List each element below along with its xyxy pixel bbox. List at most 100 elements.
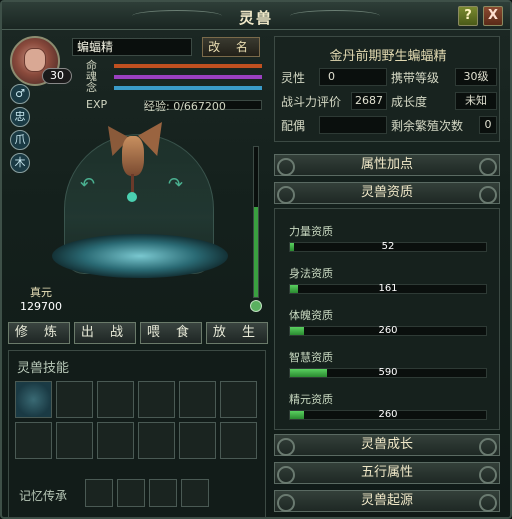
breeding-left-label: 剩余繁殖次数 <box>391 118 464 133</box>
skill-slot[interactable] <box>15 422 52 459</box>
gender-icon[interactable]: ♂ <box>10 84 30 104</box>
beast-full-title: 金丹前期野生蝙蝠精 <box>329 49 447 64</box>
skill-slot[interactable] <box>179 422 216 459</box>
memory-slot[interactable] <box>85 479 113 507</box>
title-ornament-right <box>290 10 380 22</box>
rotate-right-icon[interactable]: ↷ <box>168 174 183 195</box>
spirit-label: 灵性 <box>281 70 306 85</box>
growth-value: 未知 <box>455 92 497 110</box>
beast-portrait-icon <box>24 48 46 72</box>
skill-slot[interactable] <box>179 381 216 418</box>
memory-slot[interactable] <box>117 479 145 507</box>
quality-bar: 260 <box>289 409 487 420</box>
spirit-pool <box>52 234 228 278</box>
carry-level-label: 携带等级 <box>391 70 440 85</box>
memory-slot[interactable] <box>149 479 177 507</box>
level-badge: 30 <box>42 68 72 84</box>
gauge-knob-icon[interactable] <box>250 300 262 312</box>
combat-rating-value: 2687 <box>351 92 387 110</box>
beast-info-panel: 金丹前期野生蝙蝠精 灵性 0 携带等级 30级 战斗力评价 2687 成长度 未… <box>274 36 500 142</box>
quality-name: 体魄资质 <box>289 309 333 322</box>
exp-value: 经验: 0/667200 <box>144 100 226 113</box>
memory-slots <box>85 479 209 507</box>
skill-slot[interactable] <box>220 422 257 459</box>
quality-bar: 590 <box>289 367 487 378</box>
skill-slot[interactable] <box>138 422 175 459</box>
spirit-beast-window: 灵兽 ? X 30 ♂ 忠 爪 木 蝙蝠精 改 名 命 魂 念 EXP 经验: … <box>0 0 512 519</box>
zhenyuan-block: 真元 129700 <box>20 284 62 313</box>
wood-element-icon[interactable]: 木 <box>10 153 30 173</box>
life-bar-row: 命 <box>86 60 262 71</box>
spirit-value: 0 <box>319 68 387 86</box>
skill-slot[interactable] <box>56 381 93 418</box>
spouse-label: 配偶 <box>281 118 306 133</box>
rename-button[interactable]: 改 名 <box>202 37 260 57</box>
quality-strength: 力量资质 52 <box>289 223 489 252</box>
quality-name: 精元资质 <box>289 393 333 406</box>
skill-slot[interactable] <box>97 422 134 459</box>
quality-essence: 精元资质 260 <box>289 391 489 420</box>
quality-name: 力量资质 <box>289 225 333 238</box>
vertical-gauge-fill <box>254 207 258 297</box>
quality-value: 590 <box>378 367 398 378</box>
skill-slot[interactable] <box>97 381 134 418</box>
skills-grid <box>15 381 257 459</box>
quality-bar: 161 <box>289 283 487 294</box>
beast-display[interactable] <box>52 114 232 289</box>
loyalty-icon[interactable]: 忠 <box>10 107 30 127</box>
stats-row: 战斗力评价 2687 成长度 未知 <box>277 89 497 113</box>
quality-wisdom: 智慧资质 590 <box>289 349 489 378</box>
carry-level-value: 30级 <box>455 68 497 86</box>
train-button[interactable]: 修 炼 <box>8 322 70 344</box>
feed-button[interactable]: 喂 食 <box>140 322 202 344</box>
quality-bar: 260 <box>289 325 487 336</box>
side-icon-column: ♂ 忠 爪 木 <box>10 84 30 176</box>
close-button[interactable]: X <box>483 6 503 26</box>
origin-header[interactable]: 灵兽起源 <box>274 490 500 512</box>
spouse-value <box>319 116 387 134</box>
beast-name-field[interactable]: 蝙蝠精 <box>72 38 192 56</box>
exp-label: EXP <box>86 98 108 111</box>
quality-bar: 52 <box>289 241 487 252</box>
skills-panel: 灵兽技能 记忆传承 <box>8 350 266 518</box>
elements-header[interactable]: 五行属性 <box>274 462 500 484</box>
skill-slot[interactable] <box>138 381 175 418</box>
release-button[interactable]: 放 生 <box>206 322 268 344</box>
quality-value: 52 <box>381 241 395 252</box>
skill-slot[interactable] <box>56 422 93 459</box>
mind-bar <box>114 85 262 90</box>
exp-row: EXP 经验: 0/667200 <box>86 98 226 114</box>
title-bar[interactable]: 灵兽 ? X <box>2 2 510 30</box>
stats-row: 配偶 剩余繁殖次数 0 <box>277 113 497 137</box>
zhenyuan-value: 129700 <box>20 300 62 313</box>
paw-icon[interactable]: 爪 <box>10 130 30 150</box>
status-bars: 命 魂 念 <box>86 60 262 93</box>
zhenyuan-label: 真元 <box>30 286 52 299</box>
skill-slot[interactable] <box>15 381 52 418</box>
skill-slot[interactable] <box>220 381 257 418</box>
bat-gem <box>127 192 137 202</box>
quality-value: 260 <box>378 325 398 336</box>
quality-agility: 身法资质 161 <box>289 265 489 294</box>
action-buttons: 修 炼 出 战 喂 食 放 生 <box>8 322 268 344</box>
help-button[interactable]: ? <box>458 6 478 26</box>
attr-points-header[interactable]: 属性加点 <box>274 154 500 176</box>
rotate-left-icon[interactable]: ↶ <box>80 174 95 195</box>
vertical-gauge <box>253 146 259 298</box>
bat-body <box>122 136 144 176</box>
memory-slot[interactable] <box>181 479 209 507</box>
skills-title: 灵兽技能 <box>17 361 70 376</box>
window-title: 灵兽 <box>238 9 273 27</box>
mind-label: 念 <box>86 81 97 94</box>
growth-header[interactable]: 灵兽成长 <box>274 434 500 456</box>
memory-inherit-label: 记忆传承 <box>19 489 68 503</box>
deploy-button[interactable]: 出 战 <box>74 322 136 344</box>
stats-grid: 灵性 0 携带等级 30级 战斗力评价 2687 成长度 未知 配偶 剩余繁殖次… <box>277 65 497 137</box>
growth-label: 成长度 <box>391 94 428 109</box>
stats-row: 灵性 0 携带等级 30级 <box>277 65 497 89</box>
life-bar <box>114 63 262 68</box>
quality-value: 161 <box>378 283 398 294</box>
soul-bar-row: 魂 <box>86 71 262 82</box>
quality-name: 智慧资质 <box>289 351 333 364</box>
qualities-header[interactable]: 灵兽资质 <box>274 182 500 204</box>
